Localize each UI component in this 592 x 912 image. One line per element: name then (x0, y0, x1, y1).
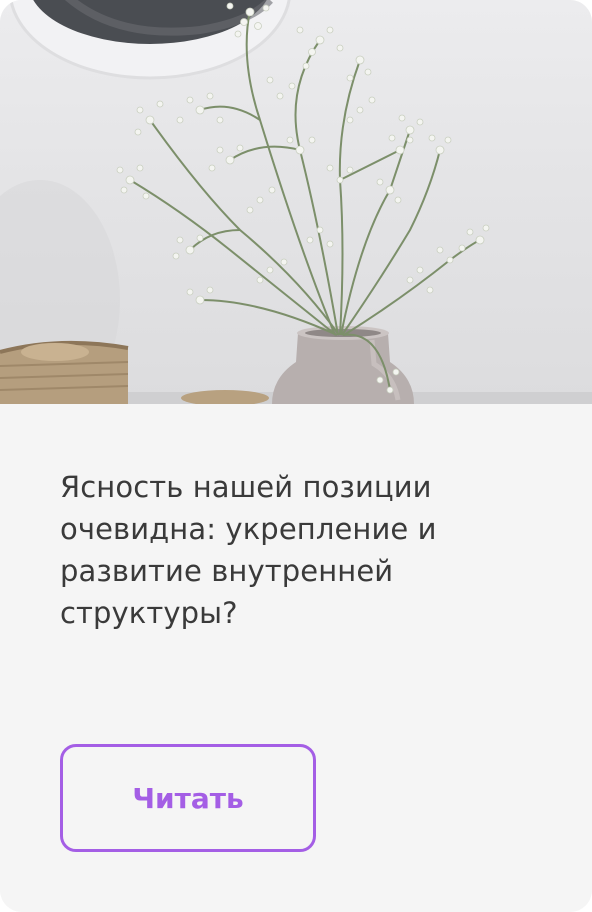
article-image (0, 0, 592, 404)
flower-vase-illustration (0, 0, 592, 404)
article-card: Ясность нашей позиции очевидна: укреплен… (0, 0, 592, 912)
read-button[interactable]: Читать (60, 744, 316, 852)
article-card-body: Ясность нашей позиции очевидна: укреплен… (0, 404, 592, 912)
read-button-label: Читать (132, 781, 244, 815)
article-title: Ясность нашей позиции очевидна: укреплен… (60, 470, 437, 630)
